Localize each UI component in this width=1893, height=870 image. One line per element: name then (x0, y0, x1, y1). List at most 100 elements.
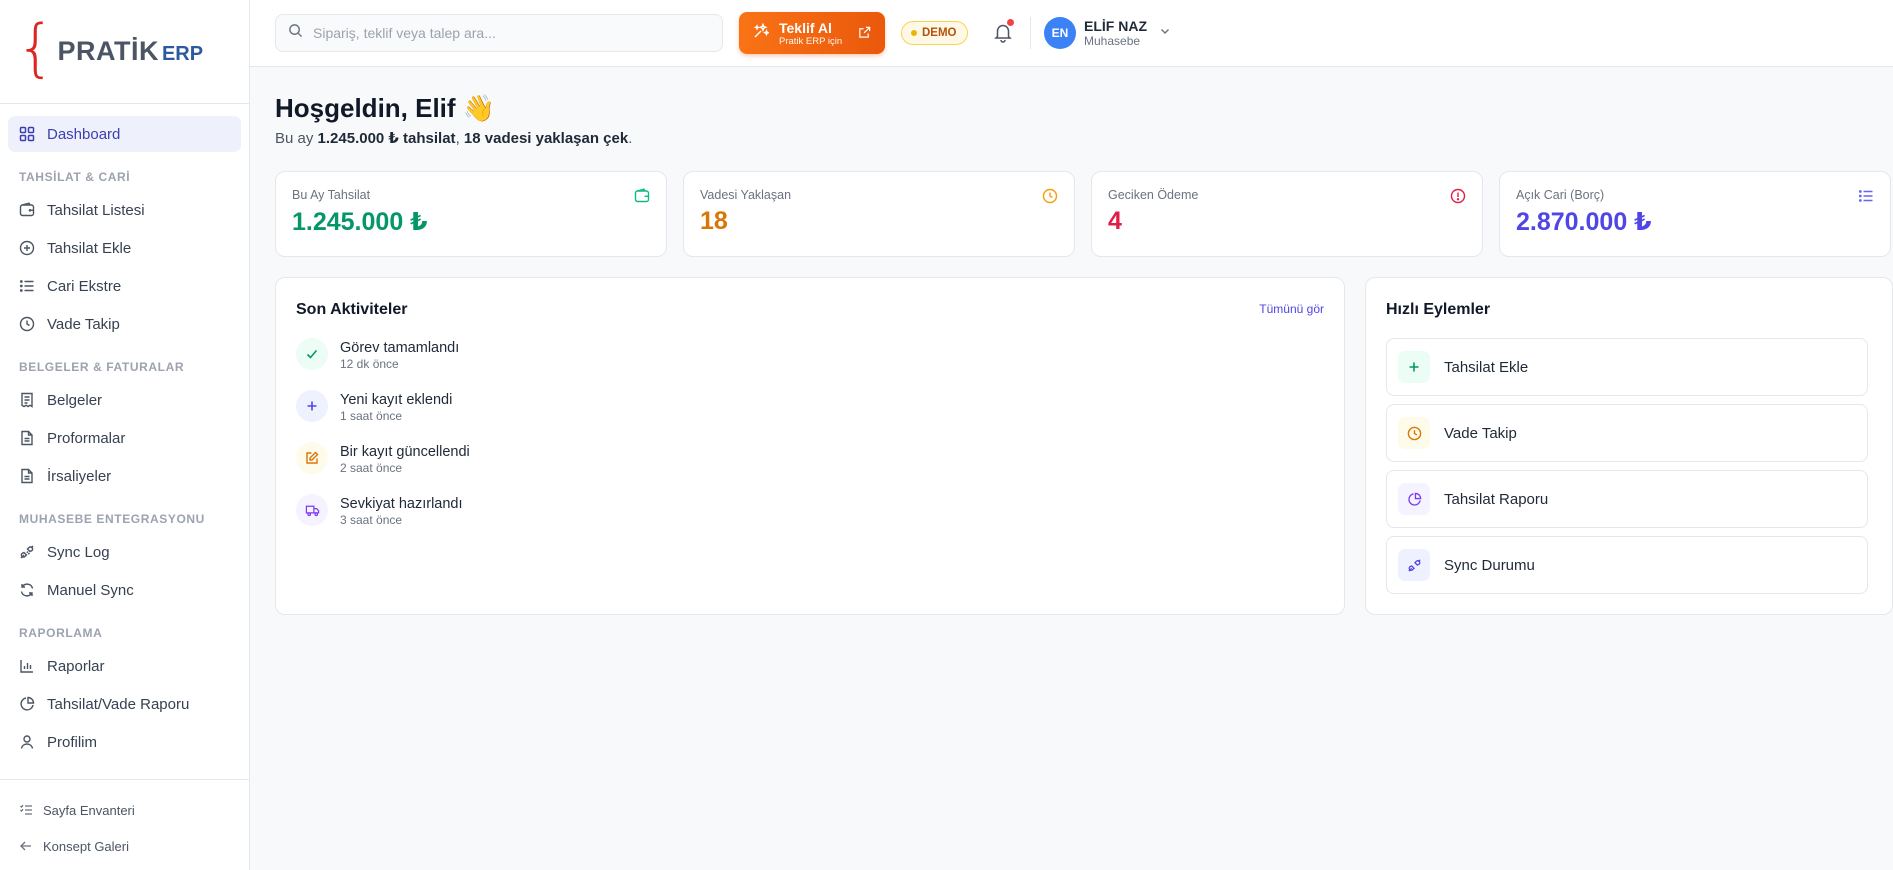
stat-value: 1.245.000 ₺ (292, 208, 428, 236)
quick-action-tahsilat-raporu[interactable]: Tahsilat Raporu (1386, 470, 1868, 528)
stat-label: Açık Cari (Borç) (1516, 188, 1605, 202)
sidebar-footer-sayfa-envanteri[interactable]: Sayfa Envanteri (8, 792, 241, 828)
sidebar-item-sync-log[interactable]: Sync Log (8, 534, 241, 570)
search-box[interactable] (275, 14, 723, 52)
clock-icon (1398, 417, 1430, 449)
sidebar-section-title: BELGELER & FATURALAR (19, 360, 185, 374)
user-icon (19, 734, 35, 750)
demo-badge: DEMO (901, 21, 968, 45)
topbar: Teklif Al Pratik ERP için DEMO EN ELİF N… (250, 0, 1893, 67)
activity-item[interactable]: Görev tamamlandı 12 dk önce (296, 338, 459, 371)
activity-item[interactable]: Sevkiyat hazırlandı 3 saat önce (296, 494, 463, 527)
stat-value: 2.870.000 ₺ (1516, 208, 1652, 236)
sidebar-section-title: MUHASEBE ENTEGRASYONU (19, 512, 205, 526)
sub-prefix: Bu ay (275, 130, 318, 147)
sidebar-item-irsaliyeler[interactable]: İrsaliyeler (8, 458, 241, 494)
sidebar-item-label: Tahsilat Listesi (47, 201, 145, 219)
sidebar-item-vade-takip[interactable]: Vade Takip (8, 306, 241, 342)
external-link-icon (858, 26, 871, 44)
sidebar-footer-konsept-galeri[interactable]: Konsept Galeri (8, 828, 241, 864)
see-all-link[interactable]: Tümünü gör (1259, 302, 1324, 316)
sidebar-item-manuel-sync[interactable]: Manuel Sync (8, 572, 241, 608)
activity-title: Sevkiyat hazırlandı (340, 496, 463, 512)
quick-action-tahsilat-ekle[interactable]: Tahsilat Ekle (1386, 338, 1868, 396)
sidebar-item-dashboard[interactable]: Dashboard (8, 116, 241, 152)
sidebar-item-label: Raporlar (47, 657, 105, 675)
sidebar-item-label: Proformalar (47, 429, 126, 447)
stat-card-vadesi-yaklasan: Vadesi Yaklaşan 18 (683, 171, 1075, 257)
sidebar-item-tahsilat-vade-raporu[interactable]: Tahsilat/Vade Raporu (8, 686, 241, 722)
sub-mid: , (455, 130, 464, 147)
stat-value: 4 (1108, 207, 1122, 235)
teklif-title: Teklif Al (779, 19, 832, 36)
activity-item[interactable]: Bir kayıt güncellendi 2 saat önce (296, 442, 470, 475)
sidebar-item-tahsilat-ekle[interactable]: Tahsilat Ekle (8, 230, 241, 266)
quick-action-vade-takip[interactable]: Vade Takip (1386, 404, 1868, 462)
sidebar-item-raporlar[interactable]: Raporlar (8, 648, 241, 684)
activity-title: Görev tamamlandı (340, 340, 460, 356)
refresh-icon (19, 582, 35, 598)
sidebar-item-label: Profilim (47, 733, 98, 751)
activity-item[interactable]: Yeni kayıt eklendi 1 saat önce (296, 390, 452, 423)
list-icon (1858, 188, 1874, 204)
plus-icon (296, 390, 328, 422)
notifications-button[interactable] (992, 19, 1014, 43)
welcome-subtitle: Bu ay 1.245.000 ₺ tahsilat, 18 vadesi ya… (275, 129, 632, 147)
sidebar-item-belgeler[interactable]: Belgeler (8, 382, 241, 418)
activity-title: Bir kayıt güncellendi (340, 444, 470, 460)
stat-label: Bu Ay Tahsilat (292, 188, 371, 202)
sidebar: { PRATİK ERP Dashboard TAHSİLAT & CARİ T… (0, 0, 250, 870)
receipt-icon (19, 392, 35, 408)
sub-suffix: . (628, 130, 633, 147)
file-icon (19, 468, 35, 484)
sidebar-item-tahsilat-listesi[interactable]: Tahsilat Listesi (8, 192, 241, 228)
plus-icon (1398, 351, 1430, 383)
stat-card-tahsilat: Bu Ay Tahsilat 1.245.000 ₺ (275, 171, 667, 257)
pie-chart-icon (1398, 483, 1430, 515)
quick-actions-card: Hızlı Eylemler Tahsilat Ekle Vade Takip … (1365, 277, 1893, 615)
status-dot (911, 30, 917, 36)
activity-time: 1 saat önce (340, 409, 403, 423)
teklif-al-button[interactable]: Teklif Al Pratik ERP için (739, 12, 885, 54)
recent-activities-card: Son Aktiviteler Tümünü gör Görev tamamla… (275, 277, 1345, 615)
plug-icon (1398, 549, 1430, 581)
quick-action-sync-durumu[interactable]: Sync Durumu (1386, 536, 1868, 594)
sidebar-section-title: RAPORLAMA (19, 626, 103, 640)
topbar-divider (1030, 17, 1031, 49)
quick-action-label: Vade Takip (1444, 424, 1517, 442)
sidebar-item-proformalar[interactable]: Proformalar (8, 420, 241, 456)
activity-time: 3 saat önce (340, 513, 403, 527)
file-text-icon (19, 430, 35, 446)
alert-circle-icon (1450, 188, 1466, 204)
search-input[interactable] (313, 25, 693, 41)
card-title: Hızlı Eylemler (1386, 301, 1491, 318)
user-menu[interactable]: EN ELİF NAZ Muhasebe (1044, 17, 1171, 49)
sidebar-nav: Dashboard TAHSİLAT & CARİ Tahsilat Liste… (0, 104, 249, 760)
activity-title: Yeni kayıt eklendi (340, 392, 453, 408)
footer-item-label: Sayfa Envanteri (43, 802, 135, 818)
clock-icon (19, 316, 35, 332)
arrow-left-icon (19, 839, 33, 853)
wallet-icon (19, 202, 35, 218)
quick-action-label: Sync Durumu (1444, 556, 1535, 574)
footer-item-label: Konsept Galeri (43, 838, 129, 854)
stat-label: Geciken Ödeme (1108, 188, 1199, 202)
sub-count: 18 vadesi yaklaşan çek (463, 130, 629, 147)
wallet-icon (634, 188, 650, 204)
logo-name: PRATİK (57, 36, 159, 66)
sidebar-item-cari-ekstre[interactable]: Cari Ekstre (8, 268, 241, 304)
stat-card-geciken-odeme: Geciken Ödeme 4 (1091, 171, 1483, 257)
chevron-down-icon (1159, 24, 1171, 42)
sidebar-item-label: Tahsilat Ekle (47, 239, 132, 257)
sidebar-item-label: Sync Log (47, 543, 110, 561)
user-role: Muhasebe (1084, 34, 1141, 48)
quick-action-label: Tahsilat Ekle (1444, 358, 1529, 376)
stat-value: 18 (700, 207, 728, 235)
sidebar-item-profilim[interactable]: Profilim (8, 724, 241, 760)
sparkles-icon (753, 22, 771, 44)
logo-suffix: ERP (161, 42, 204, 65)
activity-time: 12 dk önce (340, 357, 399, 371)
logo[interactable]: { PRATİK ERP (0, 0, 249, 104)
clock-icon (1042, 188, 1058, 204)
sidebar-item-label: Tahsilat/Vade Raporu (47, 695, 190, 713)
